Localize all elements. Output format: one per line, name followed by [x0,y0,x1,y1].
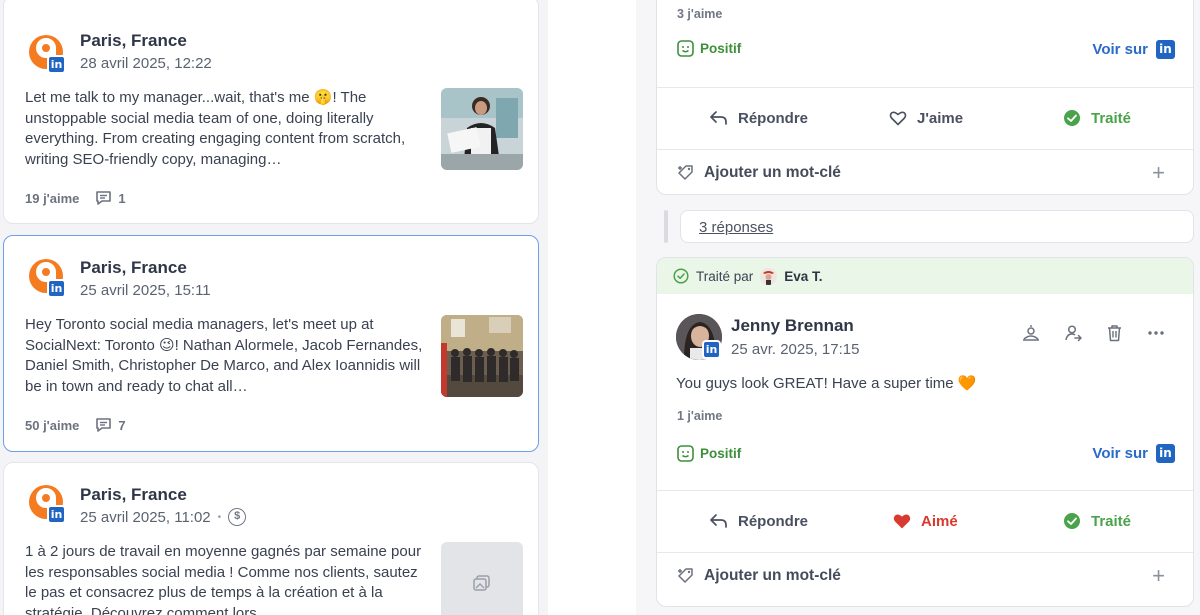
post-card-selected[interactable]: in Paris, France 25 avril 2025, 15:11 He… [3,235,539,452]
linkedin-icon: in [702,340,721,359]
post-author: Paris, France [80,258,187,277]
account-avatar: in [25,257,73,305]
post-author: Paris, France [80,31,187,50]
conversation-thread: 3 j'aime Positif Voir sur in Répondre J'… [636,0,1200,615]
likes-count: 3 j'aime [677,7,723,21]
post-text: 1 à 2 jours de travail en moyenne gagnés… [25,543,422,615]
trash-icon[interactable] [1106,324,1123,342]
post-thumbnail[interactable] [441,315,523,397]
linkedin-icon: in [47,279,66,298]
post-comments[interactable]: 7 [95,417,126,433]
post-text: Let me talk to my manager...wait, that's… [25,89,406,168]
likes-count: 1 j'aime [677,409,723,423]
check-circle-outline-icon [673,268,689,284]
check-circle-icon [1064,110,1080,126]
image-placeholder[interactable] [441,542,523,615]
view-on-linkedin-link[interactable]: Voir sur in [1092,444,1175,463]
add-keyword-row[interactable]: Ajouter un mot-clé + [657,150,1193,194]
comment-date: 25 avr. 2025, 17:15 [731,341,860,358]
heart-icon [889,111,907,126]
linkedin-icon: in [47,55,66,74]
linkedin-icon: in [47,505,66,524]
linkedin-icon: in [1156,444,1175,463]
post-detail-card: 3 j'aime Positif Voir sur in Répondre J'… [656,0,1194,195]
post-date: 25 avril 2025, 11:02 • $ [80,508,247,526]
handled-by-banner: Traité par Eva T. [657,258,1193,294]
like-button[interactable]: J'aime [889,110,963,127]
mark-processed-button[interactable]: Traité [1063,109,1131,127]
sponsored-icon: $ [228,508,247,526]
post-card[interactable]: in Paris, France 28 avril 2025, 12:22 Le… [3,0,539,224]
account-avatar: in [25,483,73,531]
post-date: 28 avril 2025, 12:22 [80,55,212,72]
commenter-name[interactable]: Jenny Brennan [731,316,854,336]
agent-avatar [760,267,778,285]
tag-add-icon [678,165,693,180]
detail-panel: 3 j'aime Positif Voir sur in Répondre J'… [548,0,1200,615]
comment-toolbar [1022,324,1165,342]
post-author: Paris, France [80,485,187,504]
comment-icon [96,418,112,432]
post-date: 25 avril 2025, 15:11 [80,282,211,299]
more-options-icon[interactable] [1147,330,1165,336]
post-stats: 19 j'aime 1 [25,190,126,206]
comment-card: Traité par Eva T. in Jenny Brennan 25 av… [656,257,1194,607]
reply-icon [710,111,727,125]
account-avatar: in [25,33,73,81]
smiley-icon [677,40,694,57]
replies-toggle: 3 réponses [664,210,1194,243]
view-on-linkedin-link[interactable]: Voir sur in [1092,40,1175,59]
add-keyword-plus-icon[interactable]: + [1152,565,1165,587]
post-comments[interactable]: 1 [95,190,126,206]
hide-comment-icon[interactable] [1022,324,1040,342]
sentiment-badge[interactable]: Positif [677,445,741,462]
post-likes: 19 j'aime [25,190,80,206]
image-icon [473,575,490,591]
check-circle-icon [1064,513,1080,529]
sentiment-badge[interactable]: Positif [677,40,741,57]
comment-icon [96,191,112,205]
comment-actions: Répondre J'aime Traité [657,98,1193,138]
heart-filled-icon [893,514,911,529]
reply-icon [710,514,727,528]
add-keyword-plus-icon[interactable]: + [1152,162,1165,184]
post-thumbnail[interactable] [441,88,523,170]
assign-user-icon[interactable] [1064,324,1082,342]
post-stats: 50 j'aime 7 [25,417,126,433]
tag-add-icon [678,568,693,583]
reply-button[interactable]: Répondre [709,110,808,127]
add-keyword-row[interactable]: Ajouter un mot-clé + [657,553,1193,599]
comment-text: You guys look GREAT! Have a super time 🧡 [676,375,977,392]
smiley-icon [677,445,694,462]
post-text: Hey Toronto social media managers, let's… [25,316,423,395]
commenter-avatar[interactable]: in [676,314,724,362]
post-likes: 50 j'aime [25,417,80,433]
linkedin-icon: in [1156,40,1175,59]
comment-actions: Répondre Aimé Traité [657,501,1193,541]
show-replies-link[interactable]: 3 réponses [680,210,1194,243]
post-card[interactable]: in Paris, France 25 avril 2025, 11:02 • … [3,462,539,615]
reply-button[interactable]: Répondre [709,513,808,530]
post-feed: in Paris, France 28 avril 2025, 12:22 Le… [0,0,548,615]
mark-processed-button[interactable]: Traité [1063,512,1131,530]
unlike-button[interactable]: Aimé [893,513,958,530]
